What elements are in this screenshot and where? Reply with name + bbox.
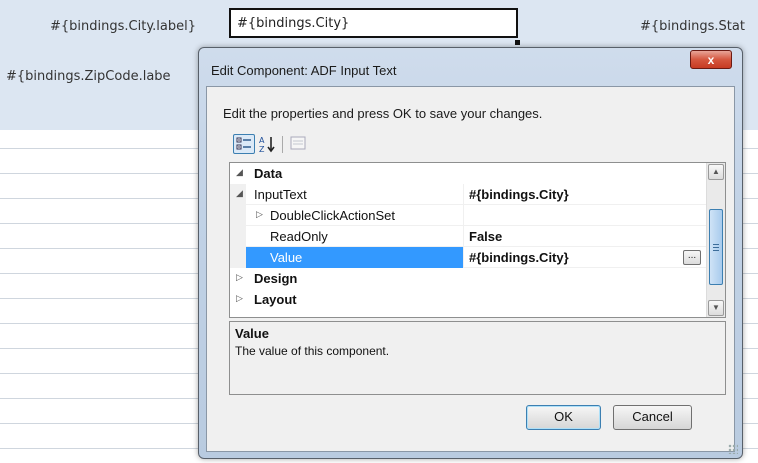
scroll-up-icon: ▲ <box>712 167 720 176</box>
selection-handle[interactable] <box>515 40 520 45</box>
svg-text:A: A <box>259 136 265 145</box>
row-gutter <box>230 226 246 246</box>
scroll-down-icon: ▼ <box>712 303 720 312</box>
dialog-title: Edit Component: ADF Input Text <box>211 63 397 78</box>
scroll-up-button[interactable]: ▲ <box>708 164 724 180</box>
column-divider <box>463 226 464 246</box>
description-title: Value <box>235 326 269 341</box>
collapse-icon[interactable]: ◢ <box>236 167 243 178</box>
ellipsis-button[interactable]: ... <box>683 250 701 265</box>
close-icon: x <box>707 53 715 67</box>
selected-property-highlight: Value <box>246 247 463 268</box>
column-divider <box>463 205 464 225</box>
property-row-readonly[interactable]: ReadOnly False <box>230 226 706 247</box>
collapse-icon[interactable]: ◢ <box>236 188 243 199</box>
alphabetical-sort-button[interactable]: A Z <box>257 134 279 154</box>
property-name: DoubleClickActionSet <box>270 208 396 223</box>
state-label: #{bindings.Stat <box>640 19 745 34</box>
category-row-layout[interactable]: ▷ Layout <box>230 289 706 310</box>
property-value[interactable]: #{bindings.City} <box>469 187 569 202</box>
categorized-view-icon <box>236 137 251 150</box>
alphabetical-sort-icon: A Z <box>259 136 275 154</box>
description-panel: Value The value of this component. <box>229 321 726 395</box>
description-text: The value of this component. <box>235 344 390 358</box>
property-value[interactable]: False <box>469 229 502 244</box>
column-divider <box>463 247 464 267</box>
categorized-view-button[interactable] <box>233 134 255 154</box>
property-row-value[interactable]: Value #{bindings.City} ... <box>230 247 706 268</box>
category-row-data[interactable]: ◢ Data <box>230 163 706 184</box>
property-value[interactable]: #{bindings.City} <box>469 250 569 265</box>
category-label: Design <box>254 271 298 286</box>
ok-button[interactable]: OK <box>526 405 601 430</box>
category-label: Layout <box>254 292 297 307</box>
property-pages-icon <box>290 136 306 150</box>
column-divider <box>463 184 464 204</box>
row-gutter <box>230 247 246 267</box>
property-row-doubleclickactionset[interactable]: ▷ DoubleClickActionSet <box>230 205 706 226</box>
close-button[interactable]: x <box>690 50 732 69</box>
city-label: #{bindings.City.label} <box>50 19 196 34</box>
property-pages-button[interactable] <box>288 134 310 154</box>
property-name: Value <box>270 250 303 265</box>
cancel-button[interactable]: Cancel <box>613 405 692 430</box>
property-name: ReadOnly <box>270 229 328 244</box>
city-input-field[interactable]: #{bindings.City} <box>229 8 518 38</box>
grip-line <box>713 250 719 251</box>
expand-icon[interactable]: ▷ <box>236 272 243 283</box>
grip-line <box>713 244 719 245</box>
vertical-scrollbar[interactable]: ▲ ▼ <box>706 163 725 317</box>
svg-text:Z: Z <box>259 145 265 154</box>
expand-icon[interactable]: ▷ <box>256 209 263 220</box>
category-row-design[interactable]: ▷ Design <box>230 268 706 289</box>
property-name: InputText <box>254 187 307 202</box>
expand-icon[interactable]: ▷ <box>236 293 243 304</box>
property-row-inputtext[interactable]: ◢ InputText #{bindings.City} <box>230 184 706 205</box>
scroll-down-button[interactable]: ▼ <box>708 300 724 316</box>
zipcode-label: #{bindings.ZipCode.labe <box>6 69 171 84</box>
dialog-instructions: Edit the properties and press OK to save… <box>223 106 543 121</box>
category-label: Data <box>254 166 283 181</box>
city-field-value: #{bindings.City} <box>237 16 350 31</box>
grip-line <box>713 247 719 248</box>
row-gutter <box>230 205 246 225</box>
property-grid: ◢ Data ◢ InputText #{bindings.City} ▷ Do… <box>229 162 726 318</box>
scrollbar-thumb[interactable] <box>709 209 723 285</box>
toolbar-separator <box>282 136 283 153</box>
resize-grip-icon[interactable] <box>728 444 738 454</box>
edit-component-dialog: Edit Component: ADF Input Text x Edit th… <box>198 47 743 459</box>
